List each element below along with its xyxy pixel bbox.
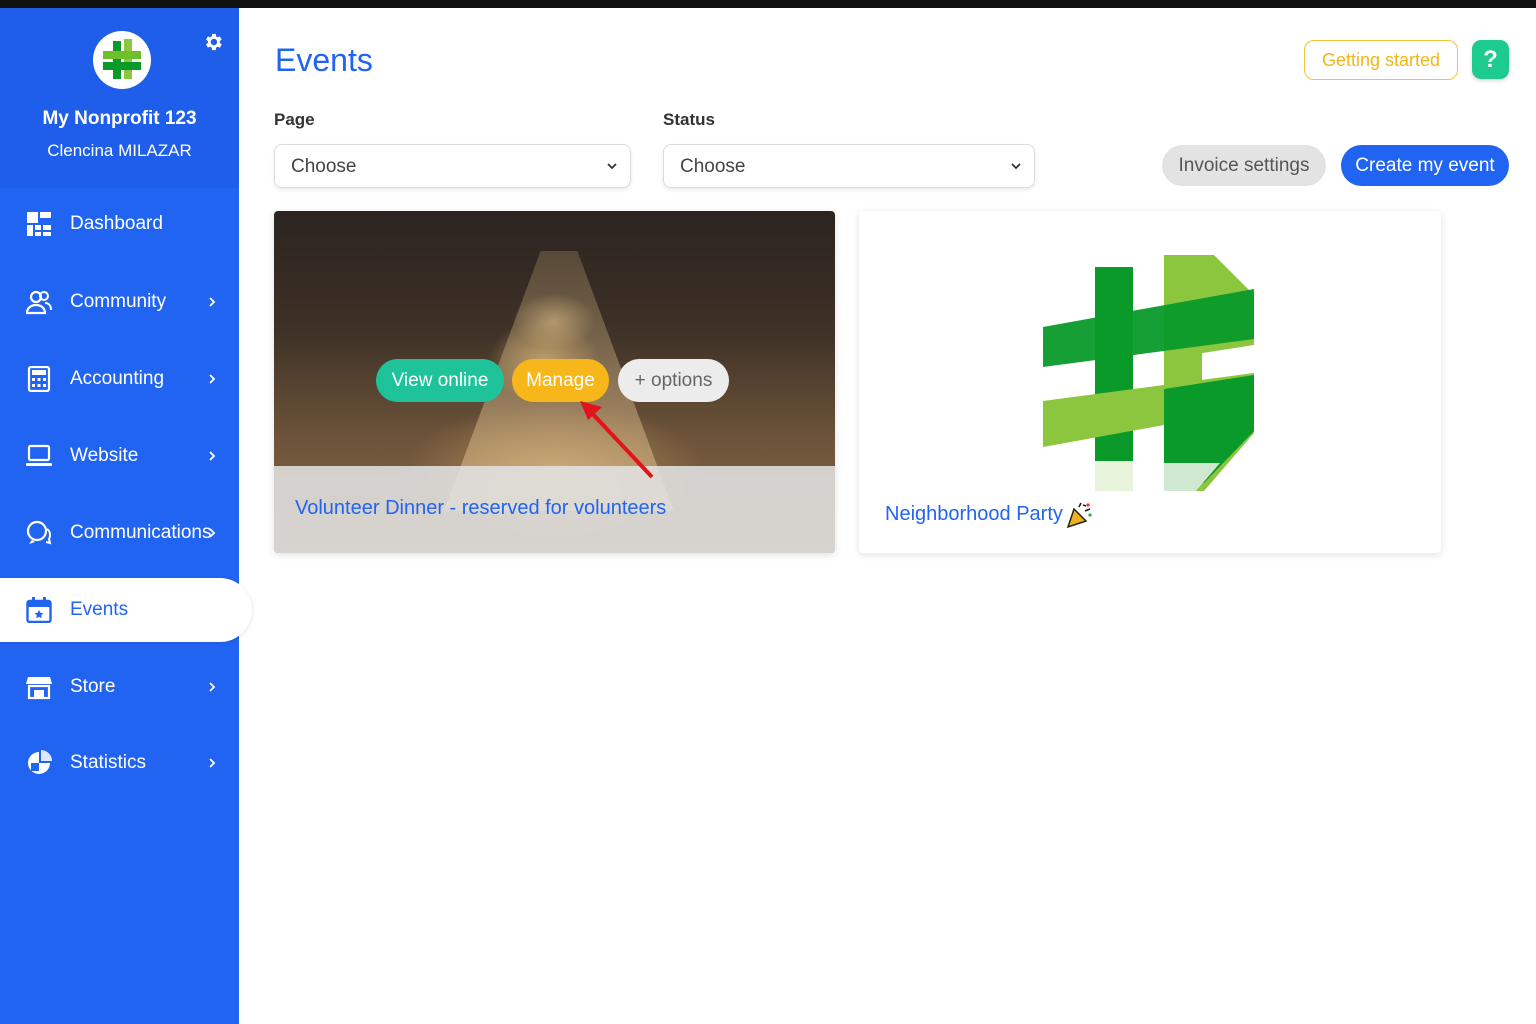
sidebar-item-label: Statistics [70,752,147,773]
chevron-right-icon [209,374,216,384]
chevron-right-icon [209,451,216,461]
create-event-button[interactable]: Create my event [1341,145,1509,186]
pie-chart-icon [28,750,52,774]
sidebar-item-label: Community [70,291,167,312]
page-filter-label: Page [274,110,315,129]
sidebar: My Nonprofit 123 Clencina MILAZAR Dashbo… [0,8,252,1024]
sidebar-item-events[interactable]: Events [0,578,252,642]
view-online-button[interactable]: View online [376,359,504,402]
sidebar-item-community[interactable]: Community [0,270,239,334]
sidebar-item-label: Website [70,445,139,466]
sidebar-item-dashboard[interactable]: Dashboard [0,192,239,256]
party-popper-icon [1066,502,1092,529]
page-select[interactable]: Choose [274,144,631,188]
hashtag-logo-image [1043,255,1254,491]
calendar-icon [26,597,52,623]
sidebar-item-website[interactable]: Website [0,424,239,488]
store-icon [26,677,52,700]
status-select[interactable]: Choose [663,144,1035,188]
sidebar-item-label: Store [70,676,116,697]
red-arrow-annotation [580,401,654,479]
event-card-neighborhood-party[interactable]: Neighborhood Party [859,211,1441,553]
event-title[interactable]: Volunteer Dinner - reserved for voluntee… [295,497,666,520]
calculator-icon [27,366,51,392]
sidebar-item-statistics[interactable]: Statistics [0,731,239,795]
gear-icon[interactable] [202,31,224,53]
chevron-right-icon [209,528,216,538]
chevron-right-icon [209,297,216,307]
sidebar-item-store[interactable]: Store [0,655,239,719]
invoice-settings-button[interactable]: Invoice settings [1162,145,1326,186]
sidebar-item-accounting[interactable]: Accounting [0,347,239,411]
user-name: Clencina MILAZAR [47,141,192,160]
dashboard-icon [27,212,51,236]
window-top-bar [0,0,1536,8]
page-title: Events [275,42,373,78]
getting-started-button[interactable]: Getting started [1304,40,1458,80]
laptop-icon [26,444,52,466]
help-button[interactable]: ? [1472,40,1509,79]
chevron-right-icon [209,758,216,768]
sidebar-item-label: Events [70,599,129,620]
status-select-value: Choose [680,156,746,177]
org-logo[interactable] [93,31,151,89]
sidebar-item-label: Dashboard [70,213,163,234]
status-filter-label: Status [663,110,715,129]
chat-icon [26,520,52,545]
chevron-right-icon [209,682,216,692]
sidebar-item-label: Communications [70,522,212,543]
page-select-value: Choose [291,156,357,177]
sidebar-item-communications[interactable]: Communications [0,501,239,565]
sidebar-header: My Nonprofit 123 Clencina MILAZAR [0,8,239,188]
manage-button[interactable]: Manage [512,359,609,402]
event-title[interactable]: Neighborhood Party [885,503,1063,526]
community-icon [26,290,52,315]
org-name: My Nonprofit 123 [42,108,197,129]
event-card-volunteer-dinner[interactable]: Volunteer Dinner - reserved for voluntee… [274,211,835,553]
options-button[interactable]: + options [618,359,729,402]
chevron-down-icon [1011,163,1021,170]
sidebar-item-label: Accounting [70,368,165,389]
chevron-down-icon [607,163,617,170]
